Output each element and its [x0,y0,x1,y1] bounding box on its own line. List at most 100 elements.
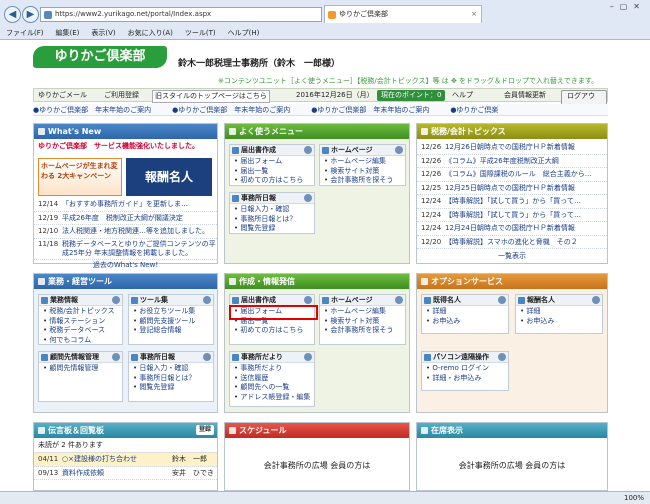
link-item[interactable]: 税務/会計トピックス [43,307,122,317]
link-item[interactable]: 検索サイト対策 [324,317,405,327]
menu-favorites[interactable]: お気に入り(A) [128,29,173,37]
gear-icon[interactable] [395,296,403,304]
link-item[interactable]: 閲覧先登録 [234,224,314,234]
link-item[interactable]: 届出フォーム [234,157,314,167]
zoom-level[interactable]: 100% [624,492,644,504]
announcement-ticker[interactable]: ●ゆりかご倶楽部 年末年始のご案内 ●ゆりかご倶楽部 年末年始のご案内 ●ゆりか… [33,104,608,116]
link-item[interactable]: お役立ちツール集 [133,307,213,317]
item-text[interactable]: 資料作成依頼 [62,467,172,480]
gear-icon[interactable] [112,353,120,361]
link-item[interactable]: お申込み [520,317,602,327]
link-item[interactable]: 税務データベース [43,326,122,336]
item-text[interactable]: 税務データベースとゆりかご提供コンテンツの平成25年分 年末調整情報を掲載しまし… [62,240,217,258]
gear-icon[interactable] [203,353,211,361]
link-item[interactable]: 会計事務所を探そう [324,326,405,336]
link-item[interactable]: 閲覧先登録 [133,383,213,393]
link-item[interactable]: 詳細 [426,307,508,317]
link-item[interactable]: 登記総合情報 [133,326,213,336]
item-text[interactable]: 平成26年度 税制改正大綱が閣議決定 [62,214,183,222]
link-item[interactable]: 送信履歴 [234,374,314,384]
close-tab-icon[interactable]: × [471,6,477,23]
list-item[interactable]: 12/14 「おすすめ事務所ガイド」を更新しま… [34,198,217,212]
link-item[interactable]: 事務所だより [234,364,314,374]
browser-tab[interactable]: ゆりかご倶楽部 × [324,5,482,23]
address-bar[interactable]: https://www2.yurikago.net/portal/Index.a… [40,7,322,22]
link-item[interactable]: 日報入力・確認 [234,205,314,215]
list-item[interactable]: 12/26 《コラム》平成26年度税制改正大綱 [417,155,607,168]
link-item[interactable]: 初めての方はこちら [234,326,314,336]
gear-icon[interactable] [304,146,312,154]
link-item[interactable]: 日報入力・確認 [133,364,213,374]
gear-icon[interactable] [304,353,312,361]
link-item[interactable]: 会計事務所を探そう [324,176,405,186]
message-row[interactable]: 09/13 資料作成依頼 安井 ひでき [34,467,217,480]
link-item[interactable]: 顧問先への一覧 [234,383,314,393]
link-item[interactable]: アドレス帳登録・編集 [234,393,314,403]
link-item[interactable]: お申込み [426,317,508,327]
link-item[interactable]: 届出一覧 [234,167,314,177]
link-item[interactable]: ホームページ編集 [324,157,405,167]
whats-new-more-link[interactable]: 過去のWhat's New! [34,260,217,270]
menu-edit[interactable]: 編集(E) [56,29,80,37]
window-controls[interactable]: –▢✕ [610,2,646,11]
item-text[interactable]: 【時事解説】「試して買う」から「買って… [445,211,581,219]
mail-link[interactable]: ゆりかごメール [38,90,87,101]
item-text[interactable]: 【時事解説】スマホの進化と脅機 その２ [445,238,578,246]
site-logo[interactable]: ゆりかご倶楽部 [33,46,167,68]
link-item[interactable]: 顧問先情報管理 [43,364,122,374]
list-item[interactable]: 12/20 【時事解説】スマホの進化と脅機 その２ [417,236,607,249]
help-link[interactable]: ヘルプ [452,90,473,101]
gear-icon[interactable] [498,296,506,304]
gear-icon[interactable] [592,296,600,304]
link-item[interactable]: 詳細・お申込み [426,374,508,384]
back-icon[interactable]: ◀ [4,6,21,23]
link-item[interactable]: 情報ステーション [43,317,122,327]
link-item[interactable]: 顧問先支援ツール [133,317,213,327]
register-button[interactable]: 登録 [195,425,214,435]
menu-view[interactable]: 表示(V) [91,29,115,37]
list-item[interactable]: 12/26 12月26日朝時点での国税庁ＨＰ新着情報 [417,141,607,155]
link-item[interactable]: 何でもコラム [43,336,122,346]
gear-icon[interactable] [304,194,312,202]
list-item[interactable]: 12/26 《コラム》国際課税のルール 総合主義から… [417,168,607,182]
list-item[interactable]: 12/24 【時事解説】「試して買う」から「買って… [417,209,607,222]
gear-icon[interactable] [498,353,506,361]
item-text[interactable]: 12月26日朝時点での国税庁ＨＰ新着情報 [445,143,575,151]
campaign-banner[interactable]: ホームページが生まれ変わる 2大キャンペーン [38,158,122,196]
topics-more-link[interactable]: 一覧表示 [417,251,607,261]
link-item[interactable]: 事務所日報とは？ [234,215,314,225]
item-text[interactable]: 《コラム》平成26年度税制改正大綱 [445,157,559,165]
message-row[interactable]: 04/11 ○×建設様の打ち合わせ 鈴木 一郎 [34,453,217,467]
item-text[interactable]: 「おすすめ事務所ガイド」を更新しま… [62,200,188,208]
item-text[interactable]: ○×建設様の打ち合わせ [62,453,172,466]
list-item[interactable]: 12/24 12月24日朝時点での国税庁ＨＰ新着情報 [417,222,607,236]
item-text[interactable]: 法人税関連・地方税関連…等を追加しました。 [62,227,209,235]
list-item[interactable]: 12/24 【時事解説】「試して買う」から「買って… [417,195,607,209]
item-text[interactable]: 《コラム》国際課税のルール 総合主義から… [445,170,592,178]
item-text[interactable]: 12月24日朝時点での国税庁ＨＰ新着情報 [445,224,575,232]
member-update-link[interactable]: 会員情報更新 [504,90,546,101]
list-item[interactable]: 11/18 税務データベースとゆりかご提供コンテンツの平成25年分 年末調整情報を… [34,239,217,260]
link-item[interactable]: 事務所日報とは？ [133,374,213,384]
menu-file[interactable]: ファイル(F) [6,29,44,37]
list-item[interactable]: 12/10 法人税関連・地方税関連…等を追加しました。 [34,225,217,239]
gear-icon[interactable] [112,296,120,304]
list-item[interactable]: 12/19 平成26年度 税制改正大綱が閣議決定 [34,212,217,225]
forward-icon[interactable]: ▶ [22,6,39,23]
gear-icon[interactable] [304,296,312,304]
menu-help[interactable]: ヘルプ(H) [228,29,260,37]
reward-master-banner[interactable]: 報酬名人 [126,158,212,196]
register-link[interactable]: ご利用登録 [104,90,139,101]
list-item[interactable]: 12/25 12月25日朝時点での国税庁ＨＰ新着情報 [417,182,607,195]
link-item[interactable]: ホームページ編集 [324,307,405,317]
menu-tools[interactable]: ツール(T) [185,29,216,37]
link-item[interactable]: 検索サイト対策 [324,167,405,177]
link-item[interactable]: 初めての方はこちら [234,176,314,186]
old-style-link[interactable]: 旧スタイルのトップページはこちら [152,90,270,103]
item-text[interactable]: 12月25日朝時点での国税庁ＨＰ新着情報 [445,184,575,192]
item-text[interactable]: 【時事解説】「試して買う」から「買って… [445,197,581,205]
gear-icon[interactable] [395,146,403,154]
link-item[interactable]: 詳細 [520,307,602,317]
gear-icon[interactable] [203,296,211,304]
link-item[interactable]: O-remo ログイン [426,364,508,374]
